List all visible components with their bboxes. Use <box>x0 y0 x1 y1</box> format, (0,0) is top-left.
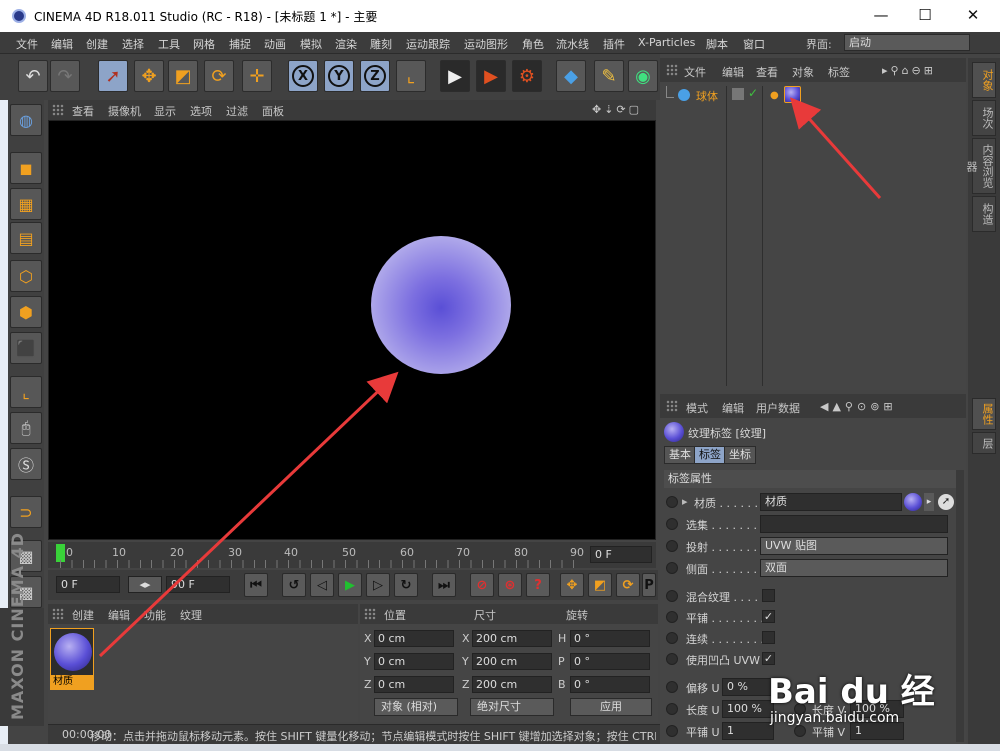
arrow-to-texture-tag <box>790 97 882 199</box>
annotation-arrows <box>98 97 882 658</box>
arrow-to-sphere <box>98 371 399 658</box>
